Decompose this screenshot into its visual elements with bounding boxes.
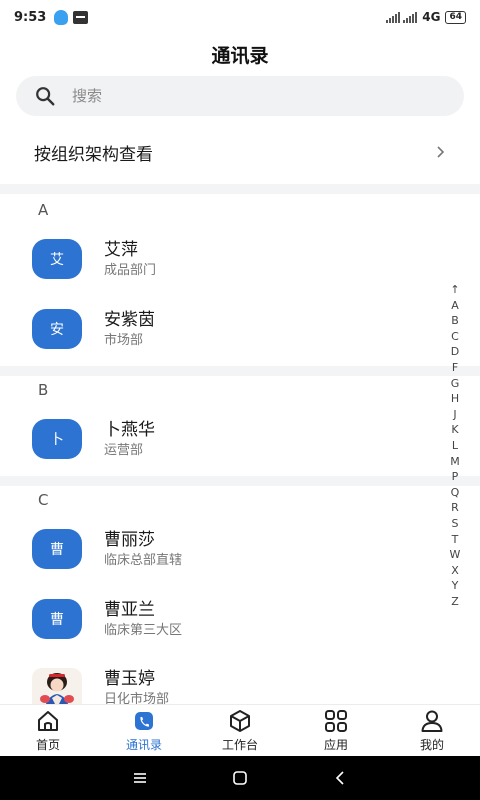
index-letter[interactable]: H <box>451 391 459 407</box>
tab-apps[interactable]: 应用 <box>288 705 384 756</box>
contact-item[interactable]: 曹玉婷 日化市场部 <box>0 660 440 710</box>
avatar: 安 <box>32 309 82 349</box>
tab-contacts[interactable]: 通讯录 <box>96 705 192 756</box>
index-letter[interactable]: Z <box>451 594 459 610</box>
index-letter[interactable]: R <box>451 500 459 516</box>
message-notification-icon <box>73 10 89 24</box>
index-letter[interactable]: D <box>451 344 459 360</box>
system-nav-bar <box>0 756 480 800</box>
index-letter[interactable]: G <box>451 376 460 392</box>
index-letter[interactable]: Y <box>452 578 459 594</box>
org-structure-row[interactable]: 按组织架构查看 <box>0 124 480 180</box>
index-letter[interactable]: Q <box>451 485 460 501</box>
header: 通讯录 <box>0 34 480 74</box>
bottom-tab-bar: 首页 通讯录 工作台 应用 我的 <box>0 704 480 756</box>
contact-name: 艾萍 <box>104 240 138 260</box>
apps-grid-icon <box>325 709 347 732</box>
contact-department: 运营部 <box>104 443 144 458</box>
contact-name: 曹丽莎 <box>104 530 155 550</box>
home-button-icon[interactable] <box>231 769 249 787</box>
index-letter[interactable]: J <box>453 407 456 423</box>
home-icon <box>38 710 58 731</box>
tab-label: 工作台 <box>221 737 258 752</box>
back-icon[interactable] <box>331 769 349 787</box>
index-letter[interactable]: P <box>452 469 459 485</box>
section-header-a: A <box>38 201 49 219</box>
tab-workbench[interactable]: 工作台 <box>192 705 288 756</box>
contact-item[interactable]: 安 安紫茵 市场部 <box>0 294 440 364</box>
search-icon <box>36 87 55 106</box>
page-title: 通讯录 <box>211 44 269 67</box>
index-letter[interactable]: M <box>450 454 460 470</box>
contact-name: 曹玉婷 <box>104 669 155 689</box>
index-letter[interactable]: L <box>452 438 458 454</box>
tab-profile[interactable]: 我的 <box>384 705 480 756</box>
contact-item[interactable]: 卜 卜燕华 运营部 <box>0 404 440 474</box>
tab-label: 首页 <box>35 737 60 752</box>
profile-icon <box>421 710 443 732</box>
index-letter[interactable]: X <box>451 563 459 579</box>
chevron-right-icon <box>437 146 445 158</box>
contact-department: 临床总部直辖 <box>104 553 183 568</box>
index-letter[interactable]: ↑ <box>450 282 459 298</box>
network-type: 4G <box>422 10 441 24</box>
contact-name: 安紫茵 <box>104 310 155 330</box>
qq-notification-icon <box>54 9 69 25</box>
index-letter[interactable]: F <box>452 360 458 376</box>
contact-name: 曹亚兰 <box>104 600 155 620</box>
contact-department: 市场部 <box>104 333 144 348</box>
search-input[interactable] <box>72 87 432 105</box>
battery-icon: 64 <box>445 10 466 24</box>
avatar: 卜 <box>32 419 82 459</box>
avatar: 曹 <box>32 529 82 569</box>
search-bar[interactable] <box>16 76 464 116</box>
contact-item[interactable]: 曹 曹丽莎 临床总部直辖 <box>0 514 440 584</box>
contact-name: 卜燕华 <box>104 420 155 440</box>
contact-item[interactable]: 曹 曹亚兰 临床第三大区 <box>0 584 440 654</box>
avatar: 艾 <box>32 239 82 279</box>
contacts-phone-icon <box>135 711 153 730</box>
index-letter[interactable]: S <box>452 516 459 532</box>
avatar: 曹 <box>32 599 82 639</box>
status-bar: 9:53 4G 64 <box>0 0 480 34</box>
index-letter[interactable]: K <box>451 422 458 438</box>
menu-icon[interactable] <box>131 769 149 787</box>
tab-label: 我的 <box>419 737 444 752</box>
contact-item[interactable]: 艾 艾萍 成品部门 <box>0 224 440 294</box>
index-letter[interactable]: B <box>451 313 459 329</box>
workbench-cube-icon <box>230 709 250 732</box>
index-letter[interactable]: T <box>452 532 459 548</box>
index-letter[interactable]: A <box>451 298 459 314</box>
index-letter[interactable]: W <box>450 547 461 563</box>
index-letter[interactable]: C <box>451 329 459 345</box>
status-time: 9:53 <box>14 9 47 25</box>
contact-department: 成品部门 <box>104 263 157 278</box>
tab-home[interactable]: 首页 <box>0 705 96 756</box>
org-structure-label: 按组织架构查看 <box>34 144 153 165</box>
contact-department: 临床第三大区 <box>104 623 183 638</box>
section-header-b: B <box>38 381 49 399</box>
tab-label: 应用 <box>323 737 348 752</box>
tab-label: 通讯录 <box>125 737 162 752</box>
section-header-c: C <box>38 491 49 509</box>
alphabet-index[interactable]: ↑ A B C D F G H J K L M P Q R S T W X Y Z <box>446 282 464 609</box>
signal-strength-icon <box>386 11 418 23</box>
